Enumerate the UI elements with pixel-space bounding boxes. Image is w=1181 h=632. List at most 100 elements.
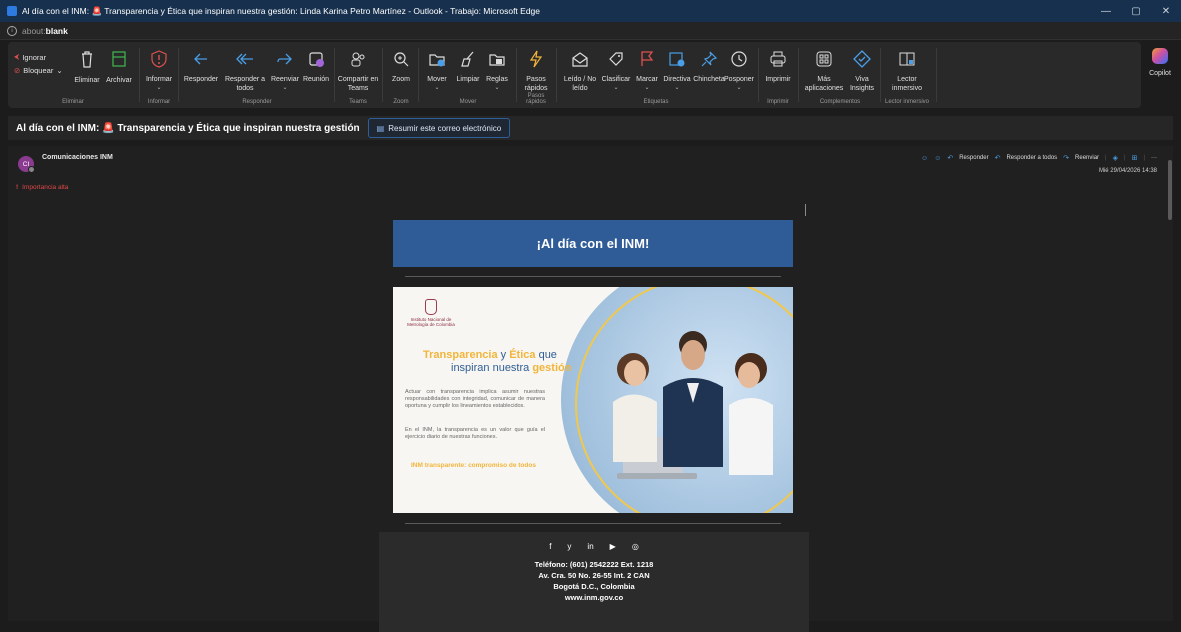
snooze-button[interactable]: Posponer ⌄ [722, 50, 756, 93]
twitter-icon[interactable]: y [567, 542, 571, 551]
immersive-reader-button[interactable]: Lector inmersivo [882, 50, 932, 93]
instagram-icon[interactable]: ◎ [632, 542, 639, 551]
broom-icon [461, 51, 474, 67]
delete-button[interactable]: Eliminar [70, 50, 104, 85]
policy-icon [669, 52, 685, 67]
inm-logo [425, 299, 437, 315]
chevron-down-icon: ⌄ [736, 85, 742, 91]
divider [418, 48, 419, 102]
divider [936, 48, 937, 102]
group-mover: Mover ⌄ Limpiar Reglas ⌄ Mover [422, 46, 514, 108]
address-bar[interactable]: i about:blank [0, 22, 1181, 40]
forward-button[interactable]: Reenviar ⌄ [268, 50, 302, 93]
hero-paragraph-1: Actuar con transparencia implica asumir … [405, 389, 545, 409]
chevron-down-icon: ⌄ [644, 85, 650, 91]
linkedin-icon[interactable]: in [587, 542, 593, 551]
minimize-button[interactable]: — [1091, 0, 1121, 22]
reply-all-button[interactable]: Responder a todos [220, 50, 270, 93]
block-button[interactable]: ⊘ Bloquear ⌄ [14, 66, 63, 75]
divider [880, 48, 881, 102]
more-apps-button[interactable]: Más aplicaciones [802, 50, 846, 93]
scrollbar-thumb[interactable] [1168, 160, 1172, 220]
divider [178, 48, 179, 102]
pin-button[interactable]: Chincheta [692, 50, 726, 84]
calendar-reply-icon [309, 52, 324, 67]
social-links: f y in ▶ ◎ [379, 532, 809, 551]
window-titlebar: Al día con el INM: 🚨 Transparencia y Éti… [0, 0, 1181, 22]
reply-icon [194, 53, 207, 65]
copilot-button[interactable]: Copilot [1140, 46, 1180, 77]
ignore-icon: ⮜ [14, 52, 20, 61]
facebook-icon[interactable]: f [549, 542, 551, 551]
message-date: Mié 29/04/2026 14:38 [1098, 168, 1157, 174]
org-name: Instituto Nacional de Metrología de Colo… [407, 317, 455, 327]
apps-icon[interactable]: ⊞ [1132, 154, 1138, 162]
apps-grid-icon [816, 51, 832, 67]
reply-all-icon [236, 53, 253, 65]
archive-icon [112, 51, 126, 67]
archive-button[interactable]: Archivar [102, 50, 136, 85]
info-icon[interactable]: i [7, 25, 17, 36]
zoom-icon [394, 52, 409, 67]
message-actions: ☺ ☺ ↶ Responder ↶ Responder a todos ↷ Re… [921, 154, 1157, 163]
divider [405, 276, 781, 277]
siren-icon: 🚨 [102, 122, 115, 134]
group-teams: Compartir en Teams Teams [336, 46, 380, 108]
sweep-button[interactable]: Limpiar [452, 50, 484, 84]
footer-phone: Teléfono: (601) 2542222 Ext. 1218 [534, 560, 654, 569]
summarize-button[interactable]: ▤ Resumir este correo electrónico [367, 118, 511, 138]
window-title: Al día con el INM: 🚨 Transparencia y Éti… [22, 5, 541, 16]
zoom-button[interactable]: Zoom [386, 50, 416, 84]
categorize-button[interactable]: Clasificar ⌄ [598, 50, 634, 93]
report-button[interactable]: Informar ⌄ [142, 50, 176, 93]
quick-steps-button[interactable]: Pasos rápidos [518, 50, 554, 93]
reply-all-action[interactable]: Responder a todos [1006, 155, 1057, 161]
hero-heading-2: inspiran nuestra gestión [451, 362, 572, 374]
footer-website[interactable]: www.inm.gov.co [379, 592, 809, 603]
forward-icon: ↷ [1063, 155, 1070, 162]
hero-heading-1: Transparencia y Ética que [423, 349, 557, 361]
meeting-button[interactable]: Reunión [300, 50, 332, 84]
flag-button[interactable]: Marcar ⌄ [632, 50, 662, 93]
ribbon-toolbar: ⮜ Ignorar ⊘ Bloquear ⌄ Eliminar Archivar El… [8, 42, 1141, 143]
smile-icon[interactable]: ☺ [921, 155, 928, 162]
group-zoom: Zoom Zoom [386, 46, 416, 108]
avatar[interactable]: CI [18, 156, 35, 173]
emoji-icon[interactable]: ☺ [934, 155, 941, 162]
viva-insights-icon[interactable]: ◈ [1113, 154, 1118, 162]
reply-action[interactable]: Responder [959, 155, 988, 161]
exclamation-icon: ! [16, 184, 19, 191]
move-button[interactable]: Mover ⌄ [422, 50, 452, 93]
block-icon: ⊘ [14, 66, 21, 75]
restore-button[interactable]: ▢ [1121, 0, 1151, 22]
viva-insights-button[interactable]: Viva Insights [846, 50, 878, 93]
rules-button[interactable]: Reglas ⌄ [482, 50, 512, 93]
group-complementos: Más aplicaciones Viva Insights Complemen… [802, 46, 878, 108]
chevron-down-icon: ⌄ [282, 85, 288, 91]
share-teams-button[interactable]: Compartir en Teams [336, 50, 380, 93]
group-imprimir: Imprimir Imprimir [760, 46, 796, 108]
policy-button[interactable]: Directiva ⌄ [660, 50, 694, 93]
pin-icon [701, 51, 718, 67]
group-eliminar: ⮜ Ignorar ⊘ Bloquear ⌄ Eliminar Archivar El… [8, 46, 138, 108]
footer-address: Av. Cra. 50 No. 26-55 Int. 2 CAN [538, 571, 650, 580]
envelope-open-icon [572, 52, 588, 67]
chevron-down-icon: ⌄ [613, 85, 619, 91]
forward-action[interactable]: Reenviar [1075, 155, 1099, 161]
hero-slogan: INM transparente: compromiso de todos [411, 462, 536, 469]
newsletter-footer: f y in ▶ ◎ Teléfono: (601) 2542222 Ext. … [379, 532, 809, 632]
scrollbar[interactable] [1167, 156, 1173, 611]
teams-icon [351, 52, 365, 67]
forward-icon [277, 53, 292, 65]
close-button[interactable]: ✕ [1151, 0, 1181, 22]
presence-dot [28, 166, 35, 173]
divider [556, 48, 557, 102]
clock-icon [731, 51, 747, 67]
print-button[interactable]: Imprimir [760, 50, 796, 84]
more-options-icon[interactable]: ··· [1151, 155, 1157, 161]
read-unread-button[interactable]: Leído / No leído [558, 50, 602, 93]
reply-button[interactable]: Responder [182, 50, 220, 84]
youtube-icon[interactable]: ▶ [610, 542, 616, 551]
sender-name[interactable]: Comunicaciones INM [42, 154, 113, 161]
ignore-button[interactable]: ⮜ Ignorar [14, 52, 46, 62]
